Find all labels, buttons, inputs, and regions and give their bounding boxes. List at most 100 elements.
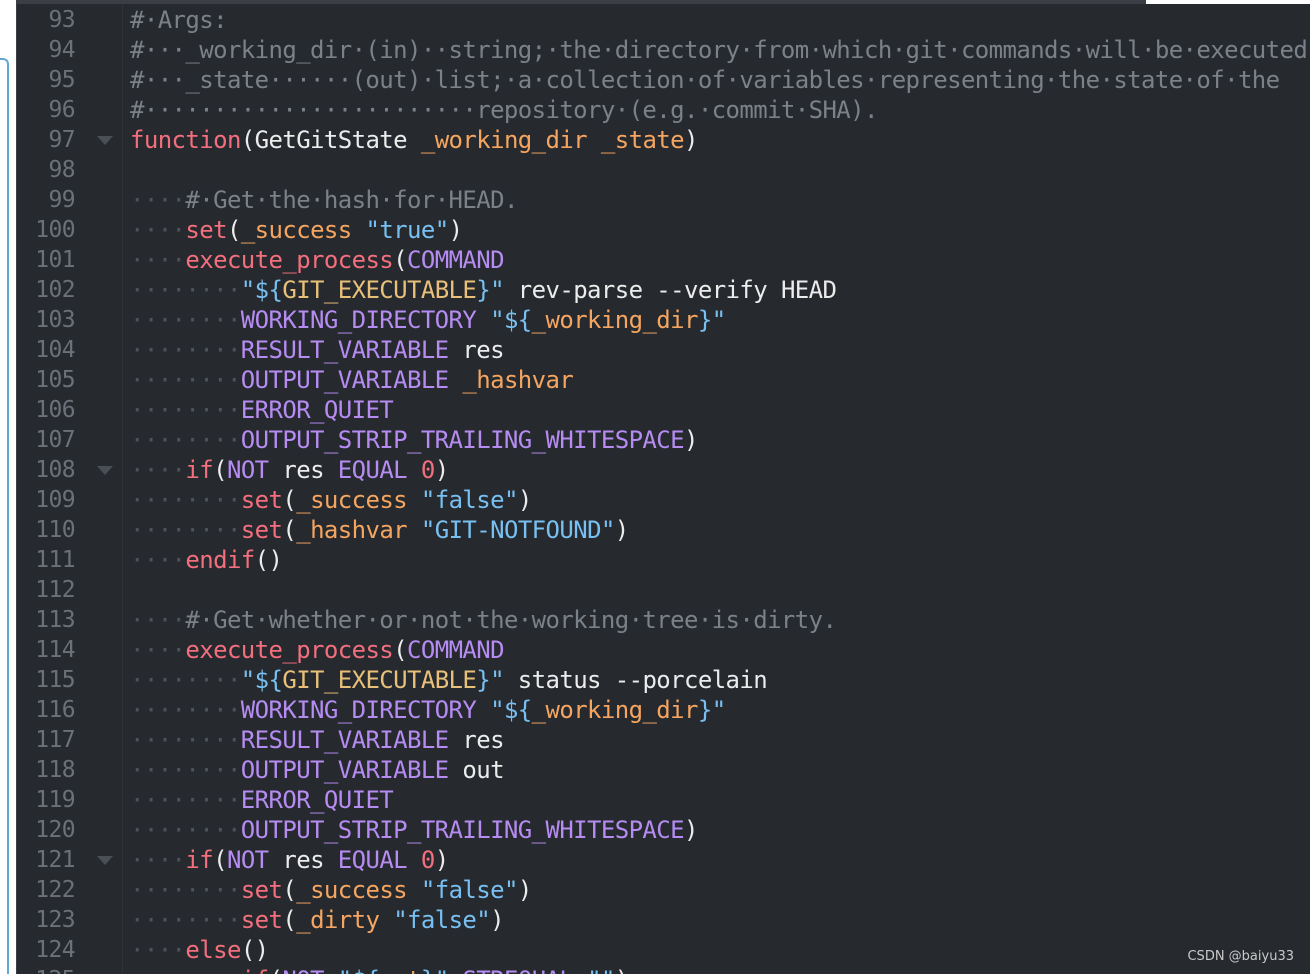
code-token: GIT_EXECUTABLE — [282, 276, 477, 304]
code-line[interactable]: 94 #···_working_dir·(in)··string;·the·dir… — [17, 35, 1310, 65]
code-text: ········OUTPUT_STRIP_TRAILING_WHITESPACE… — [130, 815, 698, 845]
code-token: "true" — [365, 216, 449, 244]
line-number: 115 — [35, 667, 75, 693]
code-token: ) — [434, 456, 449, 484]
code-token: "${ — [490, 696, 532, 724]
code-token: ···· — [130, 636, 186, 664]
code-token: "" — [587, 966, 615, 974]
code-line[interactable]: 104 ········RESULT_VARIABLE res — [17, 335, 1310, 365]
code-line[interactable]: 123 ········set(_dirty "false") — [17, 905, 1310, 935]
code-line[interactable]: 112 — [17, 575, 1310, 605]
code-line[interactable]: 95 #···_state······(out)·list;·a·collecti… — [17, 65, 1310, 95]
line-number: 105 — [35, 367, 75, 393]
code-token: _success — [296, 876, 408, 904]
code-token: () — [240, 936, 269, 964]
fold-arrow-icon[interactable] — [97, 466, 113, 475]
code-line[interactable]: 99 ····#·Get·the·hash·for·HEAD. — [17, 185, 1310, 215]
code-token: ···· — [130, 186, 186, 214]
code-line[interactable]: 105 ········OUTPUT_VARIABLE _hashvar — [17, 365, 1310, 395]
code-line[interactable]: 109 ········set(_success "false") — [17, 485, 1310, 515]
code-token: else — [185, 936, 241, 964]
code-token: ···· — [130, 606, 186, 634]
code-line[interactable]: 111 ····endif() — [17, 545, 1310, 575]
code-line[interactable]: 98 — [17, 155, 1310, 185]
code-text: ····else() — [130, 935, 269, 965]
code-line[interactable]: 110 ········set(_hashvar "GIT-NOTFOUND") — [17, 515, 1310, 545]
line-number: 107 — [35, 427, 75, 453]
code-text: ········WORKING_DIRECTORY "${_working_di… — [130, 695, 726, 725]
code-token: GIT_EXECUTABLE — [282, 666, 477, 694]
code-line[interactable]: 113 ····#·Get·whether·or·not·the·working·… — [17, 605, 1310, 635]
code-token: ) — [684, 126, 698, 154]
code-token: NOT — [226, 846, 269, 874]
code-line[interactable]: 122 ········set(_success "false") — [17, 875, 1310, 905]
code-line[interactable]: 115 ········"${GIT_EXECUTABLE}" status --… — [17, 665, 1310, 695]
code-token: OUTPUT_VARIABLE — [240, 756, 449, 784]
code-line[interactable]: 119 ········ERROR_QUIET — [17, 785, 1310, 815]
code-text: ········WORKING_DIRECTORY "${_working_di… — [130, 305, 726, 335]
code-line[interactable]: 96 #························repository·(e… — [17, 95, 1310, 125]
code-token: ···· — [130, 456, 186, 484]
code-token: ········ — [130, 756, 241, 784]
code-line[interactable]: 102 ········"${GIT_EXECUTABLE}" rev-parse… — [17, 275, 1310, 305]
fold-arrow-icon[interactable] — [97, 856, 113, 865]
code-line[interactable]: 107 ········OUTPUT_STRIP_TRAILING_WHITESP… — [17, 425, 1310, 455]
code-line[interactable]: 125 ········if(NOT "${out}" STREQUAL "") — [17, 965, 1310, 974]
code-token: set — [240, 486, 283, 514]
code-lines[interactable]: 93 #·Args: 94 #···_working_dir·(in)··string… — [17, 5, 1310, 974]
code-token: ( — [226, 216, 241, 244]
code-text: ········RESULT_VARIABLE res — [130, 335, 505, 365]
code-line[interactable]: 106 ········ERROR_QUIET — [17, 395, 1310, 425]
code-token: if — [185, 456, 214, 484]
code-text: #·Args: — [130, 5, 228, 35]
line-number: 102 — [35, 277, 75, 303]
code-line[interactable]: 101 ····execute_process(COMMAND — [17, 245, 1310, 275]
fold-arrow-icon[interactable] — [97, 136, 113, 145]
code-token: ········ — [130, 276, 241, 304]
code-line[interactable]: 114 ····execute_process(COMMAND — [17, 635, 1310, 665]
code-token: out — [379, 966, 421, 974]
code-line[interactable]: 108 ····if(NOT res EQUAL 0) — [17, 455, 1310, 485]
code-token: EQUAL — [337, 846, 408, 874]
code-text: ········if(NOT "${out}" STREQUAL "") — [130, 965, 629, 974]
code-line[interactable]: 121 ····if(NOT res EQUAL 0) — [17, 845, 1310, 875]
code-token: "false" — [420, 876, 519, 904]
code-token: execute_process — [185, 246, 394, 274]
line-number: 99 — [48, 187, 76, 213]
code-token: ( — [282, 906, 297, 934]
code-token: ········ — [130, 336, 241, 364]
code-token: RESULT_VARIABLE — [240, 726, 449, 754]
code-token: WORKING_DIRECTORY — [240, 696, 477, 724]
line-number: 121 — [35, 847, 75, 873]
code-token: ········ — [130, 786, 241, 814]
code-line[interactable]: 97 function(GetGitState _working_dir _sta… — [17, 125, 1310, 155]
line-number: 100 — [35, 217, 75, 243]
code-line[interactable]: 100 ····set(_success "true") — [17, 215, 1310, 245]
code-token: STREQUAL — [462, 966, 573, 974]
code-text: #························repository·(e.g… — [130, 95, 878, 125]
code-token: execute_process — [185, 636, 394, 664]
code-token: ········ — [130, 816, 241, 844]
code-line[interactable]: 120 ········OUTPUT_STRIP_TRAILING_WHITESP… — [17, 815, 1310, 845]
code-token: _state — [600, 126, 685, 154]
line-number: 96 — [48, 97, 76, 123]
code-token: COMMAND — [407, 636, 505, 664]
code-line[interactable]: 93 #·Args: — [17, 5, 1310, 35]
code-token: ········ — [130, 366, 241, 394]
code-text: ····set(_success "true") — [130, 215, 463, 245]
code-line[interactable]: 117 ········RESULT_VARIABLE res — [17, 725, 1310, 755]
code-line[interactable]: 124 ····else() — [17, 935, 1310, 965]
code-line[interactable]: 103 ········WORKING_DIRECTORY "${_working… — [17, 305, 1310, 335]
code-token: ···· — [130, 936, 186, 964]
code-token: ···· — [130, 546, 186, 574]
code-editor[interactable]: 93 #·Args: 94 #···_working_dir·(in)··string… — [16, 4, 1310, 974]
code-line[interactable]: 118 ········OUTPUT_VARIABLE out — [17, 755, 1310, 785]
code-token: _hashvar — [296, 516, 408, 544]
code-line[interactable]: 116 ········WORKING_DIRECTORY "${_working… — [17, 695, 1310, 725]
